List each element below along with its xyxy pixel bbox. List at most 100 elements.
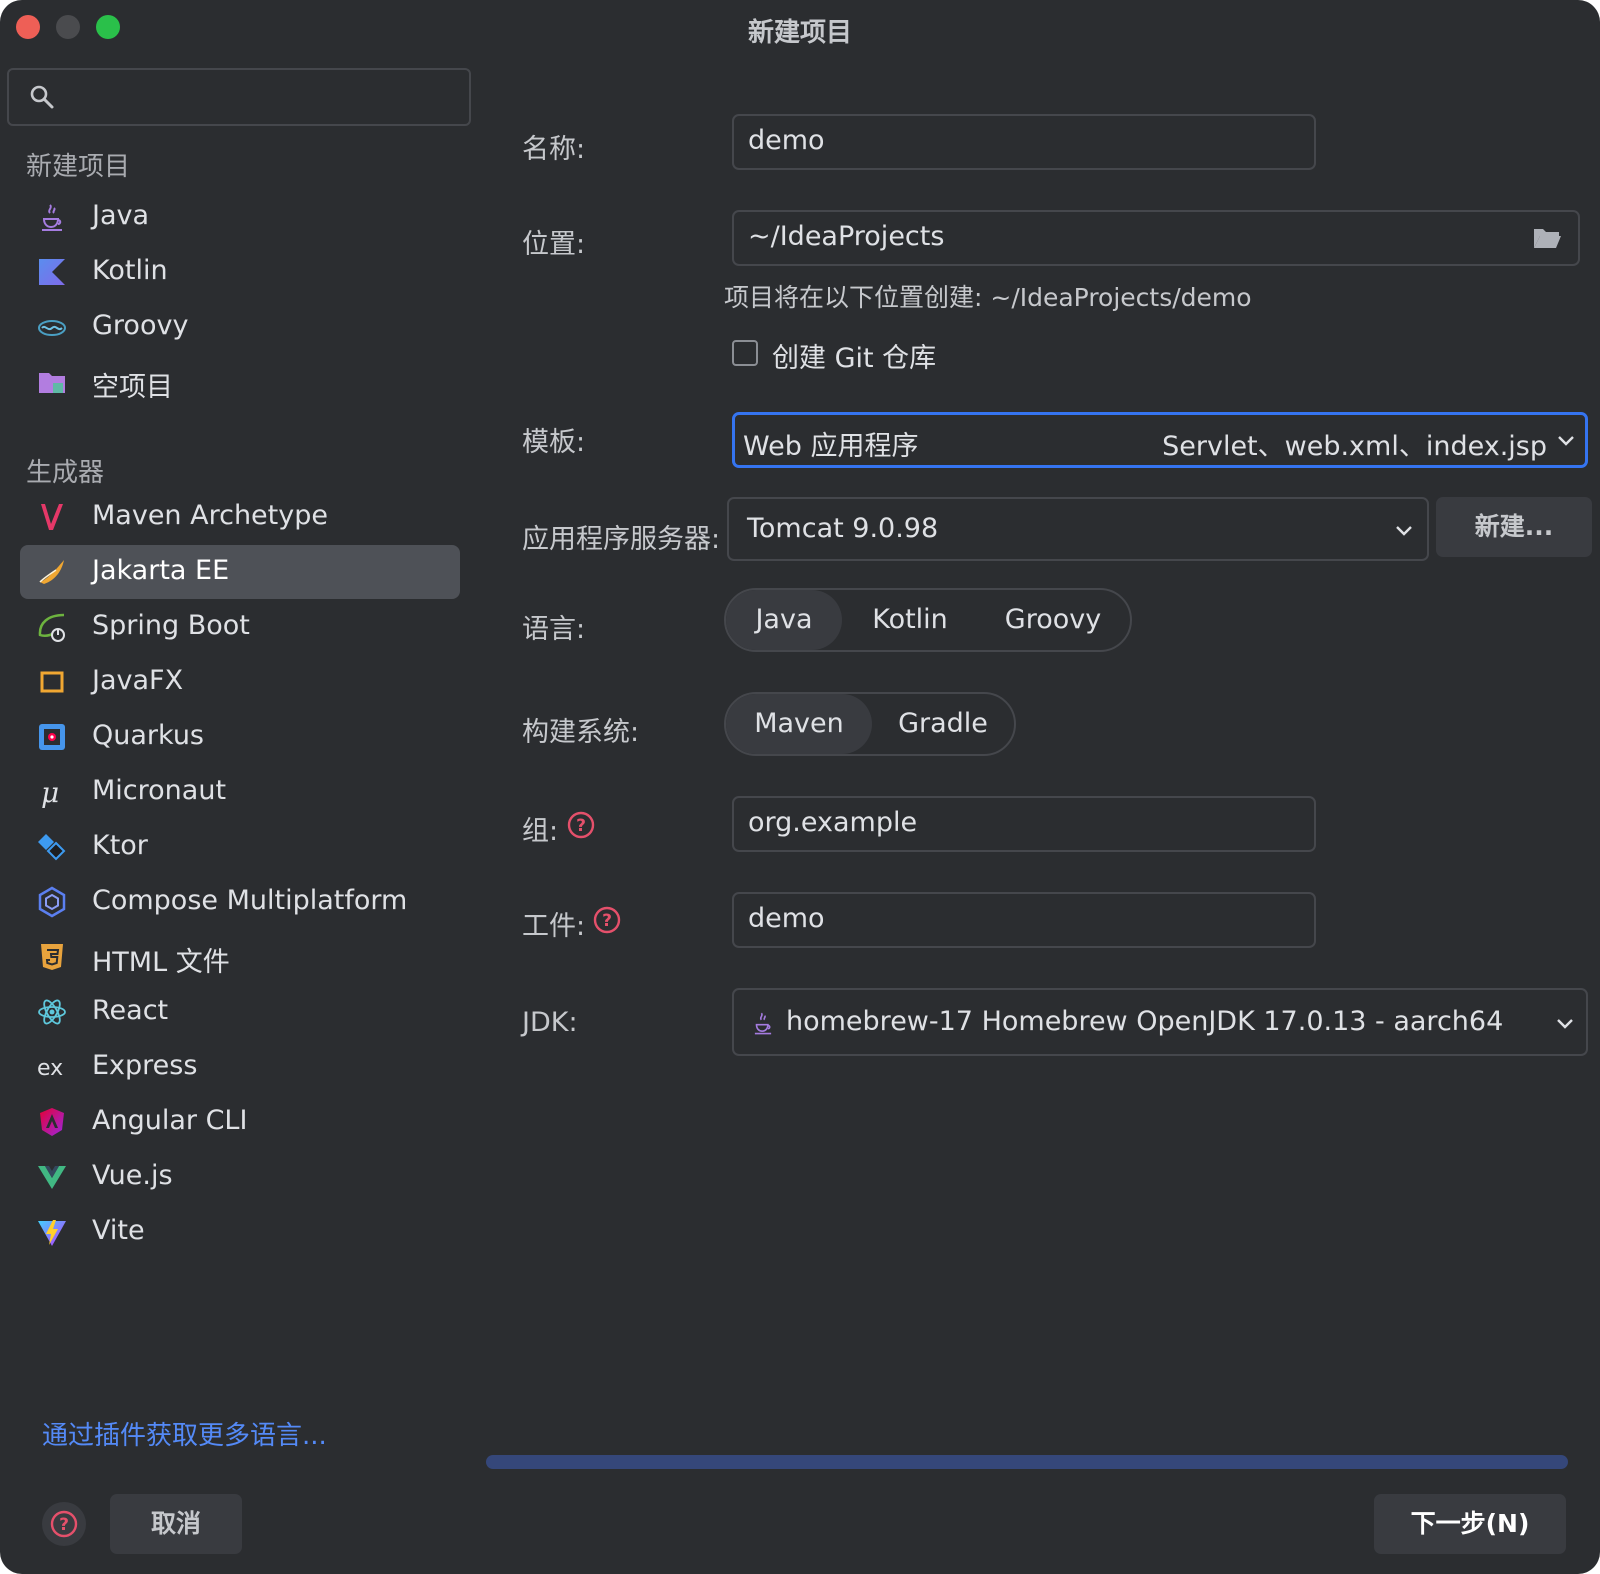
sidebar-item-vite[interactable]: Vite: [20, 1205, 460, 1259]
sidebar-item-react[interactable]: React: [20, 985, 460, 1039]
cancel-button[interactable]: 取消: [110, 1494, 242, 1554]
sidebar-item-maven-archetype[interactable]: Maven Archetype: [20, 490, 460, 544]
sidebar-item-label: Kotlin: [92, 255, 168, 286]
sidebar-item-kotlin[interactable]: Kotlin: [20, 245, 460, 299]
title-bar: 新建项目: [0, 0, 1600, 56]
new-server-button[interactable]: 新建...: [1436, 497, 1592, 557]
sidebar-item-label: Groovy: [92, 310, 189, 341]
svg-text:?: ?: [576, 816, 586, 836]
react-icon: [38, 999, 66, 1025]
sidebar-item-label: Quarkus: [92, 720, 204, 751]
micronaut-icon: μ: [41, 776, 59, 808]
artifact-input[interactable]: demo: [732, 892, 1316, 948]
sidebar-item-label: Micronaut: [92, 775, 227, 806]
sidebar-item-vue-js[interactable]: Vue.js: [20, 1150, 460, 1204]
next-button[interactable]: 下一步(N): [1374, 1494, 1566, 1554]
java-icon: [754, 1012, 772, 1035]
build-system-segmented-control: Maven Gradle: [724, 692, 1016, 756]
sidebar-item-label: Compose Multiplatform: [92, 885, 408, 916]
location-label: 位置:: [522, 229, 586, 260]
vite-icon: [38, 1220, 66, 1246]
sidebar-item-label: React: [92, 995, 169, 1026]
window-title: 新建项目: [747, 18, 852, 48]
location-input[interactable]: ~/IdeaProjects: [732, 210, 1580, 266]
sidebar-item-label: Maven Archetype: [92, 500, 328, 531]
sidebar-item-empty-project[interactable]: 空项目: [20, 355, 460, 409]
build-option-maven[interactable]: Maven: [726, 694, 872, 754]
sidebar-item-label: Vite: [92, 1215, 145, 1246]
spring-boot-icon: [38, 613, 65, 642]
express-icon: ex: [37, 1056, 63, 1081]
sidebar-item-label: Java: [92, 200, 150, 231]
sidebar-item-label: Spring Boot: [92, 610, 250, 641]
vue-icon: [38, 1166, 66, 1189]
chevron-down-icon: [1558, 436, 1574, 446]
chevron-down-icon: [1557, 1019, 1573, 1029]
java-icon: [42, 204, 62, 231]
jdk-value: homebrew-17 Homebrew OpenJDK 17.0.13 - a…: [786, 1006, 1504, 1037]
kotlin-icon: [39, 259, 65, 285]
sidebar-item-label: Angular CLI: [92, 1105, 248, 1136]
sidebar-item-ktor[interactable]: Ktor: [20, 820, 460, 874]
app-server-value: Tomcat 9.0.98: [747, 513, 939, 544]
sidebar-item-label: Jakarta EE: [92, 555, 230, 586]
svg-text:?: ?: [59, 1515, 69, 1535]
sidebar-item-label: Vue.js: [92, 1160, 173, 1191]
sidebar-item-label: Ktor: [92, 830, 148, 861]
help-icon[interactable]: ?: [566, 810, 596, 840]
ktor-icon: [38, 834, 66, 861]
svg-text:ex: ex: [37, 1056, 63, 1081]
build-option-gradle[interactable]: Gradle: [872, 694, 1014, 754]
search-input[interactable]: [69, 80, 463, 116]
horizontal-scrollbar[interactable]: [486, 1455, 1568, 1469]
create-git-repo-checkbox[interactable]: [732, 340, 758, 366]
sidebar-item-micronaut[interactable]: μ Micronaut: [20, 765, 460, 819]
compose-icon: [38, 886, 66, 918]
help-icon[interactable]: ?: [592, 905, 622, 935]
javafx-icon: [40, 671, 64, 693]
new-project-dialog: 新建项目 新建项目 Java Kotlin Groovy 空项目 生成器 Mav…: [0, 0, 1600, 1574]
search-field[interactable]: [7, 68, 471, 126]
name-label: 名称:: [522, 134, 586, 165]
language-option-java[interactable]: Java: [726, 590, 842, 650]
sidebar-item-java[interactable]: Java: [20, 190, 460, 244]
sidebar-item-label: HTML 文件: [92, 947, 230, 978]
html5-icon: [41, 944, 63, 970]
sidebar-item-express[interactable]: ex Express: [20, 1040, 460, 1094]
maven-icon: [41, 504, 63, 530]
section-title-new-project: 新建项目: [26, 152, 131, 182]
template-dropdown[interactable]: Web 应用程序 Servlet、web.xml、index.jsp: [732, 412, 1588, 468]
language-option-groovy[interactable]: Groovy: [978, 590, 1128, 650]
jdk-dropdown[interactable]: homebrew-17 Homebrew OpenJDK 17.0.13 - a…: [732, 988, 1588, 1056]
template-label: 模板:: [522, 427, 586, 458]
language-option-kotlin[interactable]: Kotlin: [842, 590, 978, 650]
quarkus-icon: [39, 724, 65, 750]
jdk-label: JDK:: [522, 1007, 578, 1038]
sidebar-item-label: Express: [92, 1050, 198, 1081]
sidebar-item-jakarta-ee[interactable]: Jakarta EE: [20, 545, 460, 599]
name-input[interactable]: demo: [732, 114, 1316, 170]
svg-text:?: ?: [602, 911, 612, 931]
angular-icon: [40, 1108, 64, 1136]
sidebar-item-label: JavaFX: [92, 665, 184, 696]
template-value: Web 应用程序: [743, 431, 919, 462]
app-server-label: 应用程序服务器:: [522, 524, 721, 555]
get-more-languages-link[interactable]: 通过插件获取更多语言...: [42, 1415, 327, 1452]
section-title-generators: 生成器: [26, 458, 105, 488]
sidebar-item-javafx[interactable]: JavaFX: [20, 655, 460, 709]
sidebar-item-angular-cli[interactable]: Angular CLI: [20, 1095, 460, 1149]
group-input[interactable]: org.example: [732, 796, 1316, 852]
sidebar-item-spring-boot[interactable]: Spring Boot: [20, 600, 460, 654]
app-server-dropdown[interactable]: Tomcat 9.0.98: [727, 497, 1429, 561]
sidebar-item-compose-multiplatform[interactable]: Compose Multiplatform: [20, 875, 460, 929]
build-system-label: 构建系统:: [522, 717, 640, 748]
sidebar-item-html-file[interactable]: HTML 文件: [20, 930, 460, 984]
svg-text:μ: μ: [41, 776, 59, 808]
folder-browse-icon[interactable]: [1532, 226, 1562, 250]
empty-project-folder-icon: [39, 373, 65, 393]
sidebar-item-groovy[interactable]: Groovy: [20, 300, 460, 354]
create-git-repo-label[interactable]: 创建 Git 仓库: [772, 336, 936, 375]
help-button[interactable]: ?: [42, 1502, 86, 1546]
sidebar-item-quarkus[interactable]: Quarkus: [20, 710, 460, 764]
artifact-label: 工件:: [522, 911, 586, 942]
